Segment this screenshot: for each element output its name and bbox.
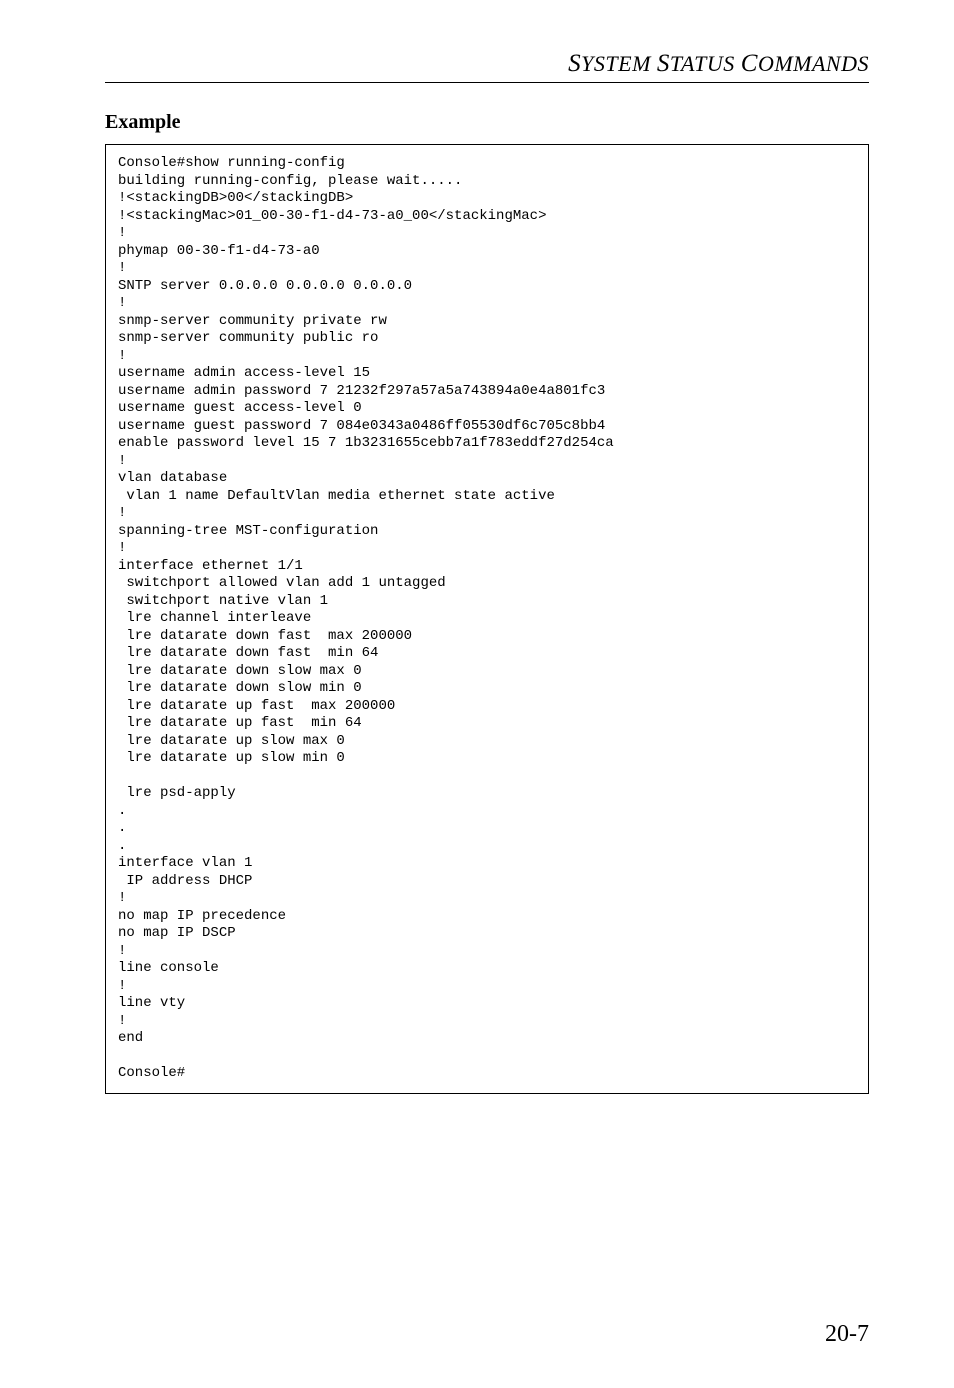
page: SYSTEM STATUS COMMANDS Example Console#s… [0, 0, 954, 1388]
header-rule [105, 82, 869, 83]
code-block: Console#show running-config building run… [105, 144, 869, 1094]
page-number: 20-7 [825, 1321, 869, 1348]
page-header: SYSTEM STATUS COMMANDS [105, 50, 869, 78]
section-title: Example [105, 111, 869, 134]
